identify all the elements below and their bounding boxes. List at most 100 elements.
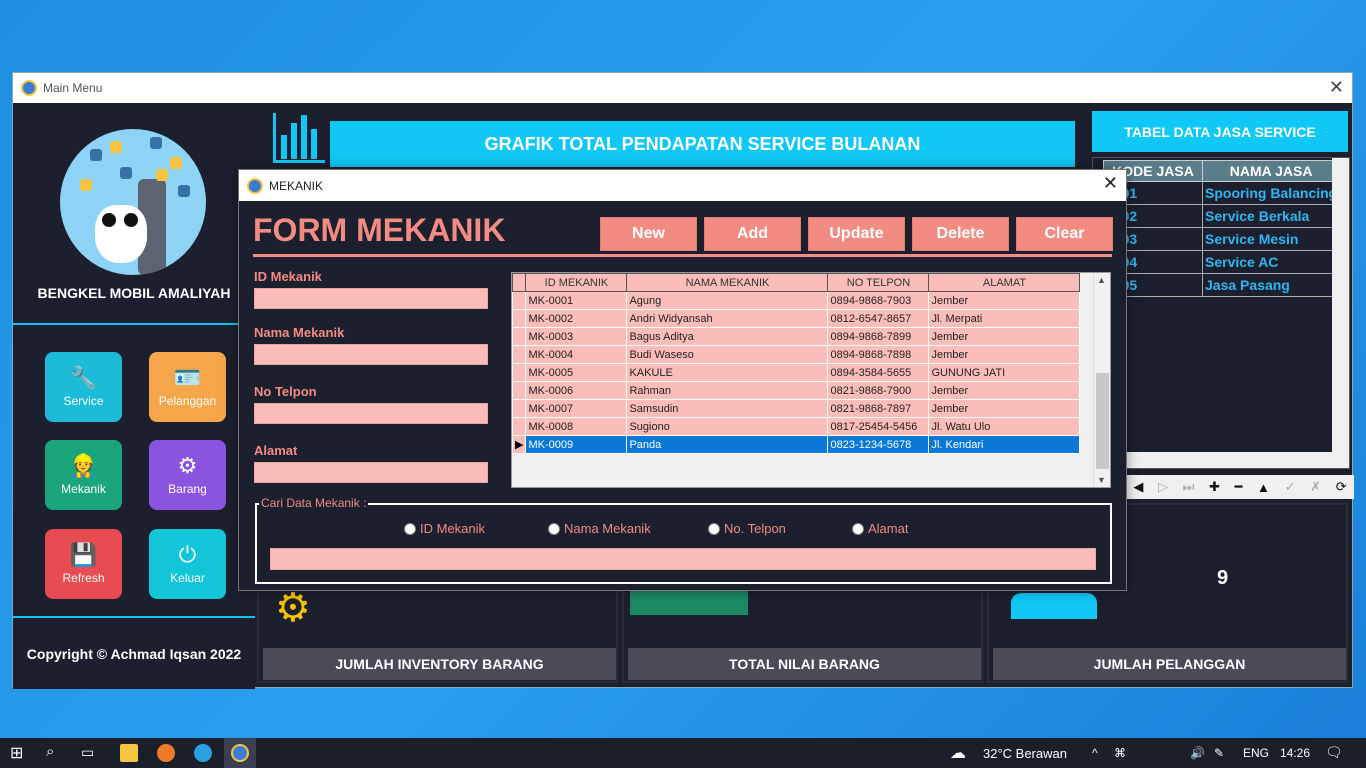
mekanik-button[interactable]: 👷 Mekanik <box>45 440 122 510</box>
jasa-table[interactable]: KODE JASA NAMA JASA 1001 Spooring Balanc… <box>1092 157 1350 469</box>
file-explorer-icon[interactable] <box>120 744 138 762</box>
radio-no-telpon[interactable]: No. Telpon <box>708 521 786 536</box>
network-icon[interactable]: ⌘ <box>1114 746 1126 760</box>
table-row[interactable]: 1004 Service AC <box>1103 250 1341 274</box>
mekanik-table[interactable]: ID MEKANIK NAMA MEKANIK NO TELPON ALAMAT… <box>511 272 1111 488</box>
table-row[interactable]: MK-0007 Samsudin 0821-9868-7897 Jember <box>512 399 1081 418</box>
horizontal-scrollbar[interactable] <box>1093 452 1349 468</box>
table-cell: Jember <box>928 381 1081 400</box>
divider <box>13 323 255 325</box>
barang-button[interactable]: ⚙ Barang <box>149 440 226 510</box>
language-indicator[interactable]: ENG <box>1243 746 1269 760</box>
task-view-icon[interactable]: ▭ <box>81 744 99 762</box>
table-cell: Sugiono <box>626 417 829 436</box>
post-record-icon[interactable]: ✓ <box>1285 479 1296 495</box>
table-cell: 0812-6547-8657 <box>827 309 930 328</box>
radio-id-mekanik[interactable]: ID Mekanik <box>404 521 485 536</box>
prev-record-icon[interactable]: ◀ <box>1133 479 1143 495</box>
service-button[interactable]: 🔧 Service <box>45 352 122 422</box>
id-mekanik-input[interactable] <box>254 288 488 309</box>
table-row[interactable]: MK-0005 KAKULE 0894-3584-5655 GUNUNG JATI <box>512 363 1081 382</box>
taskbar: ⊞ ⌕ ▭ ☁ 32°C Berawan ^ ⌘ 🔊 ✎ ENG 14:26 🗨 <box>0 738 1366 768</box>
chevron-up-icon[interactable]: ^ <box>1092 746 1098 760</box>
table-row[interactable]: MK-0001 Agung 0894-9868-7903 Jember <box>512 291 1081 310</box>
add-record-icon[interactable]: ✚ <box>1209 479 1220 495</box>
edit-record-icon[interactable]: ▲ <box>1257 480 1270 495</box>
table-cell: Service AC <box>1201 250 1341 274</box>
table-row[interactable]: MK-0006 Rahman 0821-9868-7900 Jember <box>512 381 1081 400</box>
cancel-record-icon[interactable]: ✗ <box>1310 479 1321 495</box>
table-cell: GUNUNG JATI <box>928 363 1081 382</box>
table-row[interactable]: MK-0002 Andri Widyansah 0812-6547-8657 Jl. … <box>512 309 1081 328</box>
pelanggan-button[interactable]: 🪪 Pelanggan <box>149 352 226 422</box>
mekanik-dialog: MEKANIK ✕ FORM MEKANIK New Add Update De… <box>238 169 1127 591</box>
search-input[interactable] <box>270 548 1096 570</box>
radio-nama-mekanik[interactable]: Nama Mekanik <box>548 521 651 536</box>
last-record-icon[interactable]: ⏭ <box>1183 479 1195 495</box>
main-titlebar: Main Menu ✕ <box>13 73 1352 103</box>
radio-alamat[interactable]: Alamat <box>852 521 908 536</box>
table-cell: Jember <box>928 399 1081 418</box>
column-header-id[interactable]: ID MEKANIK <box>525 273 628 292</box>
table-cell: 0823-1234-5678 <box>827 435 930 454</box>
table-row[interactable]: 1002 Service Berkala <box>1103 204 1341 228</box>
table-row[interactable]: MK-0008 Sugiono 0817-25454-5456 Jl. Watu Ul… <box>512 417 1081 436</box>
table-row[interactable]: 1001 Spooring Balancing <box>1103 181 1341 205</box>
radio-label: Alamat <box>868 521 909 536</box>
pen-icon[interactable]: ✎ <box>1214 746 1224 760</box>
main-close-button[interactable]: ✕ <box>1329 77 1344 98</box>
vertical-scrollbar[interactable] <box>1332 158 1349 454</box>
search-icon[interactable]: ⌕ <box>46 743 64 761</box>
table-row[interactable]: 1003 Service Mesin <box>1103 227 1341 251</box>
chart-title: GRAFIK TOTAL PENDAPATAN SERVICE BULANAN <box>330 121 1075 167</box>
next-record-icon[interactable]: ▷ <box>1158 479 1168 495</box>
edge-icon[interactable] <box>194 744 212 762</box>
python-app-taskbar-button[interactable] <box>224 738 256 768</box>
table-row[interactable]: 1005 Jasa Pasang <box>1103 273 1341 297</box>
mekanik-label: Mekanik <box>61 482 106 496</box>
pelanggan-label: JUMLAH PELANGGAN <box>993 648 1346 680</box>
firefox-icon[interactable] <box>157 744 175 762</box>
add-button[interactable]: Add <box>704 217 801 251</box>
nilai-label: TOTAL NILAI BARANG <box>628 648 981 680</box>
alamat-input[interactable] <box>254 462 488 483</box>
update-button[interactable]: Update <box>808 217 905 251</box>
column-header-nama[interactable]: NAMA JASA <box>1201 160 1341 182</box>
column-header-nama[interactable]: NAMA MEKANIK <box>626 273 829 292</box>
table-cell: MK-0007 <box>525 399 628 418</box>
no-telpon-input[interactable] <box>254 403 488 424</box>
refresh-record-icon[interactable]: ⟳ <box>1336 479 1347 495</box>
volume-icon[interactable]: 🔊 <box>1190 746 1205 760</box>
delete-record-icon[interactable]: ━ <box>1235 479 1243 495</box>
refresh-button[interactable]: 💾 Refresh <box>45 529 122 599</box>
weather-text[interactable]: 32°C Berawan <box>983 746 1067 761</box>
notification-icon[interactable]: 🗨 <box>1325 744 1343 761</box>
power-icon: ⏻ <box>178 542 197 567</box>
column-header-telpon[interactable]: NO TELPON <box>827 273 930 292</box>
pelanggan-label: Pelanggan <box>158 394 217 408</box>
dialog-close-button[interactable]: ✕ <box>1103 173 1118 194</box>
column-header-alamat[interactable]: ALAMAT <box>928 273 1081 292</box>
python-app-icon <box>247 177 263 194</box>
clock[interactable]: 14:26 <box>1280 746 1310 760</box>
table-row[interactable]: MK-0003 Bagus Aditya 0894-9868-7899 Jember <box>512 327 1081 346</box>
form-title: FORM MEKANIK <box>253 212 506 248</box>
table-row-selected[interactable]: ▶ MK-0009 Panda 0823-1234-5678 Jl. Kendari <box>512 435 1081 454</box>
table-cell: KAKULE <box>626 363 829 382</box>
scrollbar-thumb[interactable] <box>1096 373 1109 469</box>
new-button[interactable]: New <box>600 217 697 251</box>
windows-start-icon[interactable]: ⊞ <box>10 743 28 762</box>
dialog-title: MEKANIK <box>269 178 324 193</box>
table-cell: MK-0002 <box>525 309 628 328</box>
divider <box>253 254 1112 257</box>
table-cell: Jl. Merpati <box>928 309 1081 328</box>
delete-button[interactable]: Delete <box>912 217 1009 251</box>
keluar-button[interactable]: ⏻ Keluar <box>149 529 226 599</box>
nama-mekanik-input[interactable] <box>254 344 488 365</box>
vertical-scrollbar[interactable]: ▲ ▼ <box>1093 273 1110 487</box>
refresh-label: Refresh <box>62 571 105 585</box>
table-cell: Jember <box>928 327 1081 346</box>
table-row[interactable]: MK-0004 Budi Waseso 0894-9868-7898 Jember <box>512 345 1081 364</box>
cloud-icon[interactable]: ☁ <box>950 743 966 763</box>
clear-button[interactable]: Clear <box>1016 217 1113 251</box>
